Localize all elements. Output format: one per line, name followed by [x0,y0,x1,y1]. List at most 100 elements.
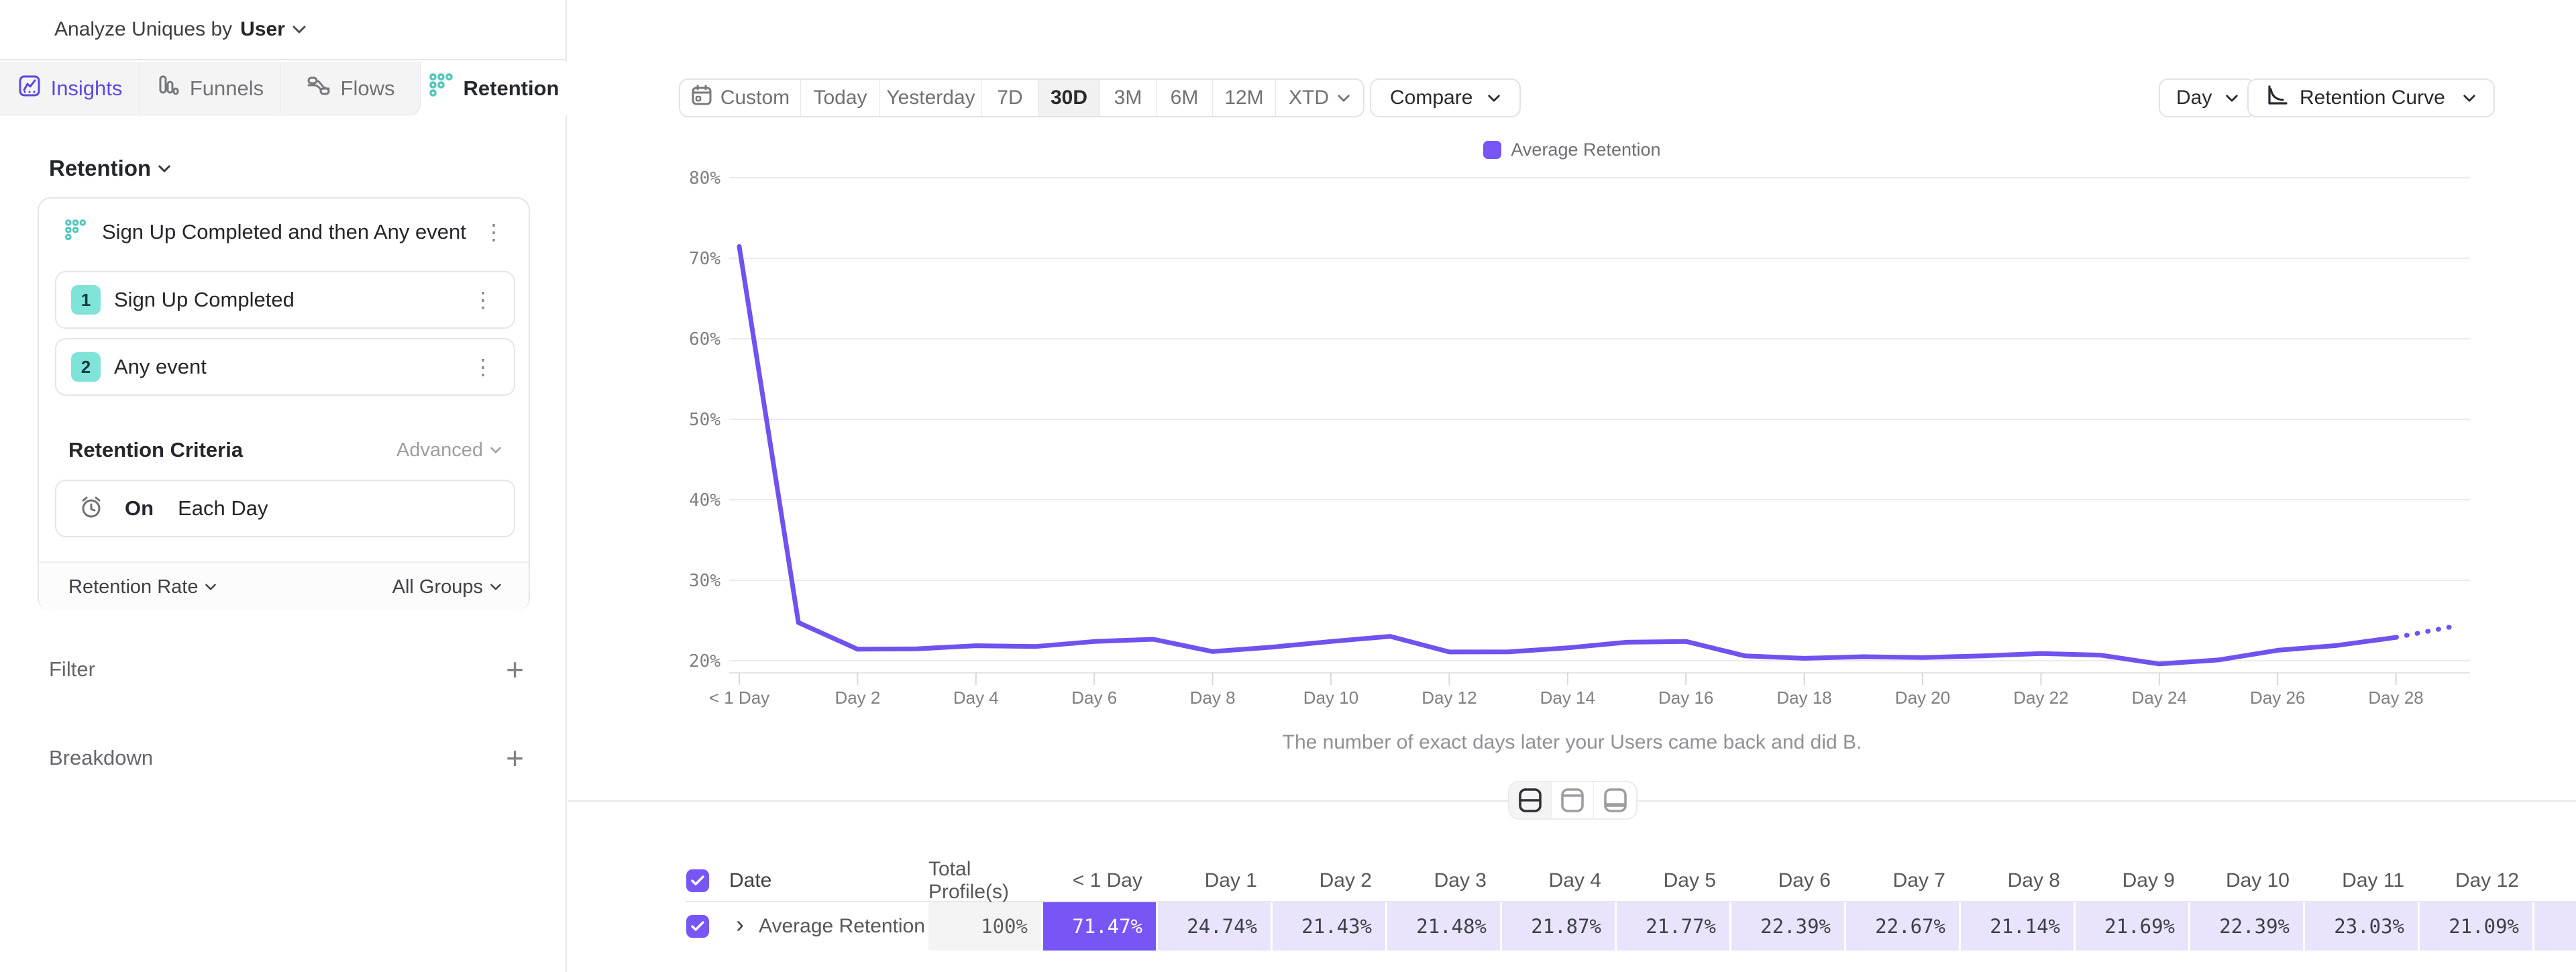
chevron-down-icon [1487,94,1501,103]
layout-split-view-button[interactable] [1509,782,1552,818]
date-range-segmented-control: CustomTodayYesterday 7D 30D 3M 6M 12MXTD [679,78,1364,117]
range-6m-button[interactable]: 6M [1157,80,1213,116]
tab-flows-label: Flows [341,76,395,101]
retention-rate-dropdown[interactable]: Retention Rate [68,576,217,598]
column-header-date[interactable]: Date [729,869,928,892]
tab-insights[interactable]: Insights [0,62,140,115]
row-checkbox[interactable] [686,915,709,938]
compare-label: Compare [1390,87,1472,109]
query-title: Sign Up Completed and then Any event [102,220,479,244]
step-2-label: Any event [114,355,468,379]
breakdown-label: Breakdown [49,746,153,770]
granularity-label: Day [2176,87,2212,109]
column-header-day-5[interactable]: Day 5 [1617,861,1729,901]
expand-row-chevron-icon[interactable]: › [736,912,744,936]
cell-day-4[interactable]: 21.87% [1502,902,1615,951]
tab-funnels[interactable]: Funnels [140,62,280,115]
analyze-uniques-bar: Analyze Uniques by User [0,0,567,60]
range-7d-button[interactable]: 7D [982,80,1038,116]
range-label: 6M [1171,87,1199,109]
range-today-button[interactable]: Today [801,80,880,116]
x-axis-tick-label: Day 14 [1540,688,1595,708]
column-header-day-11[interactable]: Day 11 [2305,861,2418,901]
criteria-on-card[interactable]: On Each Day [55,480,515,537]
table-header-row: DateTotal Profile(s)< 1 DayDay 1Day 2Day… [686,861,2576,901]
cell-day-12[interactable]: 21.09% [2420,902,2532,951]
cell-day-2[interactable]: 21.43% [1273,902,1385,951]
column-header-total-profiles[interactable]: Total Profile(s) [928,861,1041,901]
cell-day-1[interactable]: 24.74% [1158,902,1271,951]
range-3m-button[interactable]: 3M [1100,80,1157,116]
layout-table-only-button[interactable] [1594,782,1636,818]
tab-flows[interactable]: Flows [280,62,420,115]
cell-day-11[interactable]: 23.03% [2305,902,2418,951]
column-header-lt-1-day[interactable]: < 1 Day [1043,861,1156,901]
chart-legend[interactable]: Average Retention [568,140,2576,160]
row-label-cell[interactable]: › Average Retention [729,912,928,940]
all-groups-dropdown[interactable]: All Groups [392,576,502,598]
step-row-2[interactable]: 2 Any event ⋮ [55,338,515,396]
retention-section-header[interactable]: Retention [49,156,171,181]
y-axis-tick-label: 20% [689,651,720,671]
tab-retention-label: Retention [464,76,559,101]
column-header-day-8[interactable]: Day 8 [1961,861,2074,901]
range-yesterday-button[interactable]: Yesterday [880,80,982,116]
tab-retention[interactable]: Retention [421,62,567,115]
tab-funnels-label: Funnels [190,76,264,101]
column-header-day-1[interactable]: Day 1 [1158,861,1271,901]
layout-chart-only-button[interactable] [1552,782,1594,818]
cell-day-10[interactable]: 22.39% [2190,902,2303,951]
filter-row: Filter + [49,654,524,685]
range-xtd-button[interactable]: XTD [1276,80,1363,116]
cell-lt-1-day[interactable]: 71.47% [1043,902,1156,951]
retention-query-card: Sign Up Completed and then Any event ⋮ 1… [38,197,530,611]
select-all-checkbox[interactable] [686,869,709,892]
retention-criteria-row: Retention Criteria Advanced [39,435,529,466]
main-content: CustomTodayYesterday 7D 30D 3M 6M 12MXTD Comp… [568,0,2576,972]
column-header-day-12[interactable]: Day 12 [2420,861,2532,901]
chevron-down-icon[interactable] [292,25,307,34]
cell-day-6[interactable]: 22.39% [1731,902,1844,951]
column-header-day-7[interactable]: Day 7 [1846,861,1959,901]
range-label: 7D [997,87,1022,109]
cell-day-3[interactable]: 21.48% [1387,902,1500,951]
retention-curve-chart[interactable]: 20%30%40%50%60%70%80%< 1 DayDay 2Day 4Da… [568,168,2576,724]
column-header-day-6[interactable]: Day 6 [1731,861,1844,901]
add-filter-button[interactable]: + [506,654,524,685]
cell-total-profiles[interactable]: 100% [928,902,1041,951]
add-breakdown-button[interactable]: + [506,743,524,773]
table-data-row: › Average Retention100%71.47%24.74%21.43%… [686,901,2576,951]
step-row-1[interactable]: 1 Sign Up Completed ⋮ [55,271,515,329]
kebab-menu-icon[interactable]: ⋮ [468,289,498,311]
on-value: Each Day [178,496,268,521]
y-axis-tick-label: 70% [689,249,720,269]
inactive-tab-group: Insights Funnels Flows [0,62,421,115]
cell-day-8[interactable]: 21.14% [1961,902,2074,951]
cell-day-7[interactable]: 22.67% [1846,902,1959,951]
funnels-icon [156,74,180,103]
breakdown-row: Breakdown + [49,743,524,773]
range-label: 30D [1051,87,1087,109]
granularity-dropdown[interactable]: Day [2159,78,2256,117]
kebab-menu-icon[interactable]: ⋮ [479,221,508,243]
range-12m-button[interactable]: 12M [1213,80,1276,116]
cell-day-9[interactable]: 21.69% [2076,902,2188,951]
chart-type-dropdown[interactable]: Retention Curve [2247,78,2495,117]
kebab-menu-icon[interactable]: ⋮ [468,356,498,378]
column-header-day-2[interactable]: Day 2 [1273,861,1385,901]
column-header-day-3[interactable]: Day 3 [1387,861,1500,901]
x-axis-tick-label: Day 20 [1895,688,1950,708]
column-header-day-9[interactable]: Day 9 [2076,861,2188,901]
analyze-uniques-value-dropdown[interactable]: User [240,18,285,41]
column-header-day-4[interactable]: Day 4 [1502,861,1615,901]
range-30d-button[interactable]: 30D [1038,80,1100,116]
chevron-down-icon [205,583,217,591]
advanced-dropdown[interactable]: Advanced [396,439,502,462]
y-axis-tick-label: 80% [689,168,720,188]
column-header-day-10[interactable]: Day 10 [2190,861,2303,901]
cell-day-5[interactable]: 21.77% [1617,902,1729,951]
chevron-down-icon [490,583,502,591]
row-series-label: Average Retention [759,915,925,938]
range-custom-button[interactable]: Custom [680,80,801,116]
compare-button[interactable]: Compare [1370,78,1521,117]
